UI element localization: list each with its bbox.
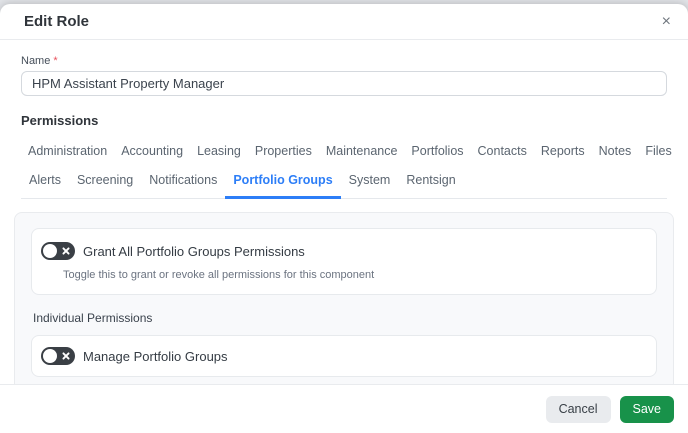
tab-accounting[interactable]: Accounting xyxy=(114,138,190,164)
tab-system[interactable]: System xyxy=(341,167,399,199)
grant-all-help-text: Toggle this to grant or revoke all permi… xyxy=(63,269,375,281)
tab-screening[interactable]: Screening xyxy=(69,167,141,199)
tab-notifications[interactable]: Notifications xyxy=(141,167,225,199)
permission-toggle[interactable] xyxy=(41,347,75,365)
permissions-heading: Permissions xyxy=(21,113,99,128)
cancel-button[interactable]: Cancel xyxy=(545,395,611,423)
permission-row-manage-portfolio-groups: Manage Portfolio Groups xyxy=(31,335,657,377)
grant-all-label: Grant All Portfolio Groups Permissions xyxy=(83,243,305,259)
toggle-x-icon xyxy=(62,247,70,255)
tab-reports[interactable]: Reports xyxy=(534,138,592,164)
permissions-tabs-row2: Alerts Screening Notifications Portfolio Gr… xyxy=(21,167,667,199)
tab-administration[interactable]: Administration xyxy=(21,138,114,164)
tab-rentsign[interactable]: Rentsign xyxy=(398,167,463,199)
grant-all-card: Grant All Portfolio Groups Permissions T… xyxy=(31,228,657,295)
name-input[interactable] xyxy=(21,71,667,96)
toggle-x-icon xyxy=(62,352,70,360)
individual-permissions-heading: Individual Permissions xyxy=(33,311,153,325)
grant-all-toggle-row: Grant All Portfolio Groups Permissions xyxy=(41,242,642,260)
name-label-text: Name xyxy=(21,55,51,67)
name-label: Name * xyxy=(21,55,667,67)
modal-title: Edit Role xyxy=(24,13,90,30)
tab-leasing[interactable]: Leasing xyxy=(190,138,248,164)
modal-header: Edit Role × xyxy=(0,4,688,40)
edit-role-modal: Edit Role × Name* Permissions Administra… xyxy=(0,4,688,433)
toggle-knob xyxy=(43,244,57,258)
tab-properties[interactable]: Properties xyxy=(248,138,319,164)
tab-portfolio-groups[interactable]: Portfolio Groups xyxy=(225,167,341,199)
modal-footer: Cancel Save xyxy=(0,384,688,433)
save-button[interactable]: Save xyxy=(619,395,674,423)
permissions-tabs-row1: Administration Accounting Leasing Propertie… xyxy=(21,138,672,164)
grant-all-toggle[interactable] xyxy=(41,242,75,260)
individual-permissions-list: Manage Portfolio Groups xyxy=(31,335,657,377)
close-icon[interactable]: × xyxy=(659,13,674,30)
modal-body: Name* Permissions AdministrationAccounti… xyxy=(0,55,688,394)
tab-contacts[interactable]: Contacts xyxy=(471,138,534,164)
permission-label: Manage Portfolio Groups xyxy=(83,348,228,364)
tab-alerts[interactable]: Alerts xyxy=(21,167,69,199)
required-asterisk: * xyxy=(53,55,58,67)
tab-notes[interactable]: Notes xyxy=(592,138,639,164)
tab-portfolios[interactable]: Portfolios xyxy=(404,138,470,164)
tab-files[interactable]: Files xyxy=(638,138,678,164)
tab-maintenance[interactable]: Maintenance xyxy=(319,138,405,164)
portfolio-groups-panel: Grant All Portfolio Groups Permissions T… xyxy=(14,212,674,394)
toggle-knob xyxy=(43,349,57,363)
